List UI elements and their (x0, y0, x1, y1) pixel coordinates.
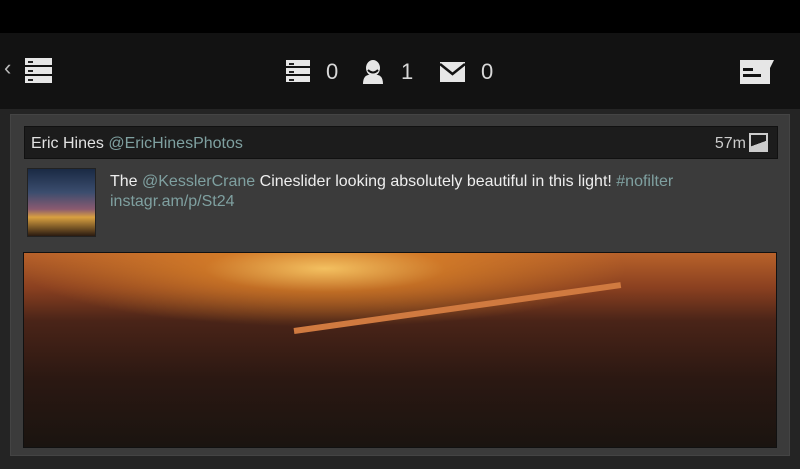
compose-icon[interactable] (740, 60, 774, 84)
top-toolbar: ‹ 0 1 0 (0, 33, 800, 109)
avatar[interactable] (27, 168, 96, 237)
text-part: Cineslider looking absolutely beautiful … (255, 173, 617, 190)
image-icon[interactable] (749, 133, 768, 152)
hashtag-link[interactable]: #nofilter (616, 173, 673, 190)
tweet-header: Eric Hines @EricHinesPhotos 57m (24, 126, 778, 159)
url-link[interactable]: instagr.am/p/St24 (110, 193, 235, 210)
mention-link[interactable]: @KesslerCrane (142, 173, 255, 190)
text-part: The (110, 173, 143, 190)
tweet-card[interactable]: Eric Hines @EricHinesPhotos 57m The @Kes… (10, 114, 790, 456)
tweet-photo[interactable] (23, 252, 777, 448)
tweet-time: 57m (714, 135, 746, 152)
slider-rail (293, 282, 622, 334)
back-chevron-icon[interactable]: ‹ (4, 55, 11, 81)
lists-count: 0 (326, 59, 339, 84)
author-name[interactable]: Eric Hines (31, 135, 104, 152)
lists-icon[interactable] (286, 60, 310, 82)
status-bar (0, 0, 800, 33)
followers-icon[interactable] (362, 60, 384, 84)
author-handle[interactable]: @EricHinesPhotos (108, 135, 243, 152)
followers-count: 1 (401, 59, 414, 84)
messages-icon[interactable] (440, 62, 465, 82)
tweet-text: The @KesslerCrane Cineslider looking abs… (110, 172, 770, 212)
menu-list-icon[interactable] (25, 58, 52, 83)
messages-count: 0 (481, 59, 494, 84)
